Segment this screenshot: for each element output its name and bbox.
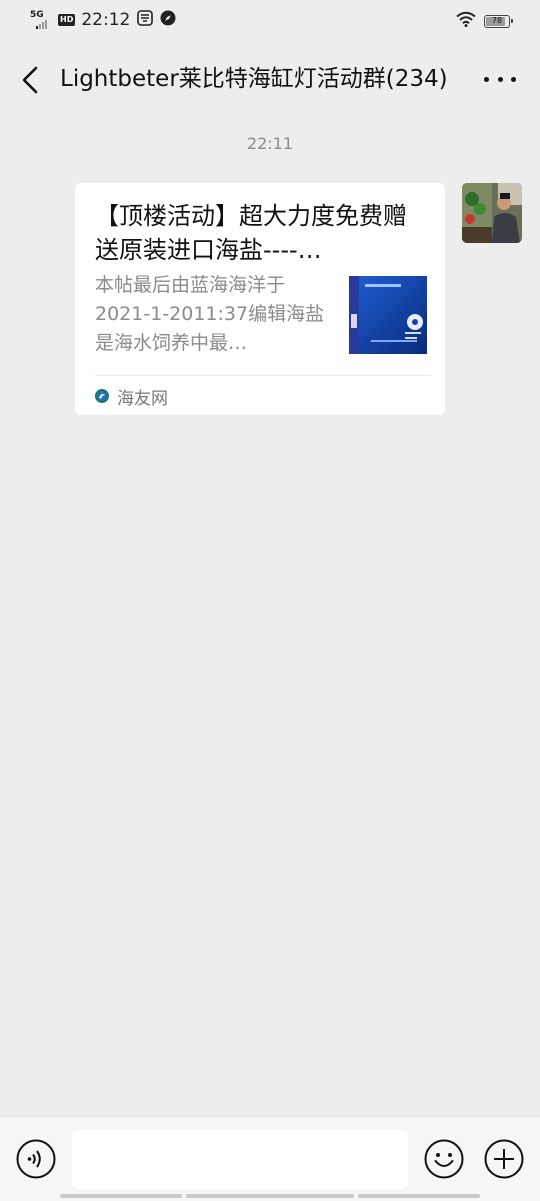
link-source: 海友网 <box>95 383 168 409</box>
gesture-bar <box>186 1194 354 1198</box>
more-dot-icon <box>511 76 516 82</box>
battery-level: 78 <box>491 15 503 25</box>
emoji-button[interactable] <box>424 1139 464 1179</box>
more-functions-button[interactable] <box>484 1139 524 1179</box>
card-divider <box>95 375 431 376</box>
sender-avatar[interactable] <box>462 183 522 243</box>
message-timestamp: 22:11 <box>246 134 294 153</box>
link-title: 【顶楼活动】超大力度免费赠送原装进口海盐----… <box>95 202 407 264</box>
gesture-bar <box>358 1194 480 1198</box>
message-input-bar <box>0 1116 540 1201</box>
status-time: 22:12 <box>81 10 131 30</box>
battery-icon: 78 <box>484 14 513 28</box>
link-description: 本帖最后由蓝海海洋于2021-1-2011:37编辑海盐是海水饲养中最… <box>95 274 325 354</box>
plus-circle-icon <box>484 1139 524 1179</box>
gesture-bar <box>60 1194 182 1198</box>
back-button[interactable] <box>14 60 48 100</box>
source-label: 海友网 <box>117 388 168 409</box>
compass-icon <box>160 10 176 30</box>
voice-input-button[interactable] <box>16 1139 56 1179</box>
message-input[interactable] <box>72 1129 408 1189</box>
website-logo-icon <box>95 389 109 403</box>
smiley-icon <box>424 1139 464 1179</box>
voice-icon <box>16 1139 56 1179</box>
chat-title: Lightbeter莱比特海缸灯活动群(234) <box>60 66 448 92</box>
more-options-button[interactable] <box>484 66 516 92</box>
shared-link-card[interactable]: 【顶楼活动】超大力度免费赠送原装进口海盐----… 本帖最后由蓝海海洋于2021… <box>75 183 445 415</box>
link-thumbnail <box>349 276 427 354</box>
notification-app-icon <box>137 10 154 30</box>
chevron-left-icon <box>22 66 38 94</box>
status-bar: 5G HD 22:12 78 <box>0 0 540 40</box>
more-dot-icon <box>484 76 489 82</box>
wifi-icon <box>456 11 476 31</box>
chat-header: Lightbeter莱比特海缸灯活动群(234) <box>0 40 540 120</box>
hd-badge: HD <box>58 14 76 26</box>
more-dot-icon <box>497 76 503 82</box>
signal-5g-icon: 5G <box>30 10 52 30</box>
